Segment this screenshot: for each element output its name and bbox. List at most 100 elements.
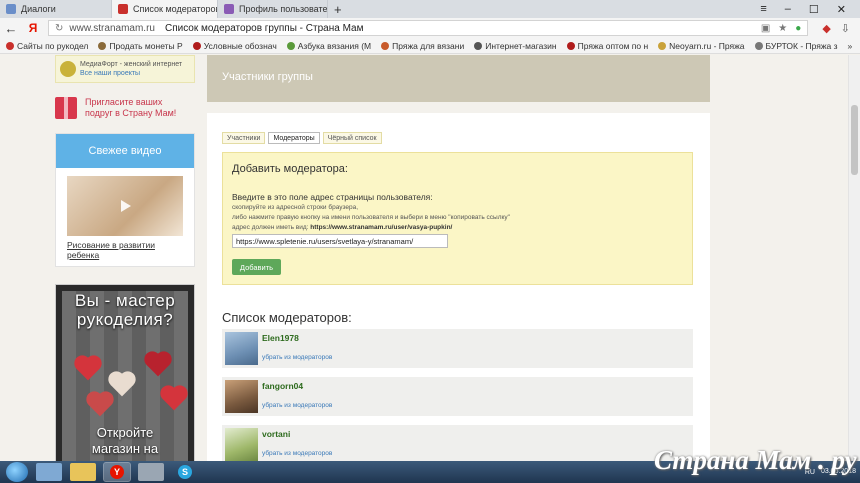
bookmark-item[interactable]: Продать монеты Р — [98, 41, 183, 51]
new-tab-button[interactable]: + — [328, 0, 348, 18]
page-title: Список модераторов группы - Страна Мам — [164, 22, 364, 34]
profile-favicon-icon — [224, 4, 234, 14]
url-field[interactable]: ↻ www.stranamam.ru Список модераторов гр… — [48, 20, 809, 36]
yandex-logo-icon[interactable]: Я — [22, 21, 44, 35]
computer-icon[interactable] — [36, 463, 62, 481]
tab-blacklist[interactable]: Чёрный список — [322, 132, 382, 144]
list-item: Elen1978 убрать из модераторов — [222, 329, 693, 368]
crafts-ad-banner[interactable]: Вы - мастер рукоделия? Откройте магазин … — [55, 284, 195, 461]
avatar[interactable] — [225, 428, 258, 461]
bookmark-label: БУРТОК - Пряжа з — [765, 40, 838, 51]
menu-icon[interactable]: ≡ — [760, 3, 766, 15]
play-icon — [121, 200, 131, 212]
tab-members[interactable]: Участники — [222, 132, 266, 144]
scrollbar-thumb[interactable] — [851, 105, 858, 175]
mediafort-banner[interactable]: МедиаФорт - женский интернет Все наши пр… — [55, 55, 195, 83]
folder-icon[interactable] — [70, 463, 96, 481]
banner-headline-line1: Вы - мастер — [74, 291, 176, 310]
avatar[interactable] — [225, 380, 258, 413]
back-icon[interactable]: ← — [0, 21, 22, 36]
tab-bar: Диалоги Список модераторов гр ✕ Профиль … — [0, 0, 860, 18]
bookmark-label: Условные обознач — [203, 40, 277, 51]
bookmark-favicon-icon — [754, 41, 763, 50]
moderators-list-title: Список модераторов: — [222, 310, 352, 325]
banner-cta-line2: магазин на — [91, 441, 159, 456]
bookmark-favicon-icon — [658, 41, 667, 50]
moderator-name[interactable]: vortani — [262, 429, 290, 439]
bookmark-label: Интернет-магазин — [485, 40, 557, 51]
add-moderator-instruction: Введите в это поле адрес страницы пользо… — [232, 192, 433, 202]
bookmark-item[interactable]: Пряжа для вязани — [381, 41, 464, 51]
mediafort-text: МедиаФорт - женский интернет — [80, 61, 183, 68]
group-members-title: Участники группы — [222, 71, 313, 83]
add-moderator-button[interactable]: Добавить — [232, 259, 281, 275]
page-scrollbar[interactable] — [848, 55, 860, 461]
extension-icon[interactable]: ◆ — [822, 22, 830, 35]
skype-icon[interactable]: S — [172, 463, 198, 481]
avatar[interactable] — [225, 332, 258, 365]
bookmark-label: Neoyarn.ru - Пряжа — [669, 40, 745, 51]
invite-text-line1: Пригласите ваших — [85, 97, 163, 107]
protect-icon[interactable]: ● — [795, 23, 801, 34]
add-moderator-hint: скопируйте из адресной строки браузера, … — [232, 203, 510, 233]
site-watermark: Страна Мам . ру — [654, 445, 857, 475]
reader-icon[interactable]: ▣ — [761, 23, 770, 34]
tab-title: Профиль пользователя Sve — [239, 4, 328, 14]
remove-moderator-link[interactable]: убрать из модераторов — [262, 354, 332, 361]
add-moderator-title: Добавить модератора: — [232, 163, 348, 175]
left-sidebar: МедиаФорт - женский интернет Все наши пр… — [55, 55, 195, 461]
moderator-name[interactable]: fangorn04 — [262, 381, 303, 391]
tab-moderators-subtab[interactable]: Модераторы — [268, 132, 320, 144]
hint-prefix: адрес должен иметь вид: — [232, 224, 309, 231]
downloads-icon[interactable]: ⇩ — [841, 22, 850, 35]
stranamam-favicon-icon — [118, 4, 128, 14]
fresh-video-widget: Свежее видео Рисование в развитии ребенк… — [55, 133, 195, 267]
bookmark-item[interactable]: Neoyarn.ru - Пряжа — [658, 40, 745, 51]
bookmark-item[interactable]: Условные обознач — [192, 40, 277, 51]
video-thumbnail[interactable] — [67, 176, 183, 236]
more-bookmarks-icon[interactable]: » — [848, 41, 853, 51]
group-members-header: Участники группы — [207, 55, 710, 102]
bookmark-star-icon[interactable]: ★ — [778, 23, 787, 34]
invite-text-line2: подруг в Страну Мам! — [85, 108, 177, 118]
refresh-icon[interactable]: ↻ — [55, 23, 63, 34]
moderator-url-input[interactable] — [232, 234, 448, 248]
app-icon[interactable] — [138, 463, 164, 481]
yandex-browser-icon[interactable]: Y — [103, 462, 131, 482]
video-link[interactable]: Рисование в развитии ребенка — [67, 240, 183, 260]
bookmark-item[interactable]: Азбука вязания (М — [286, 41, 371, 51]
close-window-icon[interactable]: ✕ — [837, 3, 846, 16]
banner-headline-line2: рукоделия? — [76, 310, 174, 329]
mediafort-logo-icon — [60, 61, 76, 77]
start-button-icon[interactable] — [6, 462, 28, 482]
bookmark-item[interactable]: Пряжа оптом по н — [566, 41, 648, 51]
maximize-icon[interactable]: ☐ — [809, 3, 819, 16]
bookmark-item[interactable]: Сайты по рукодел — [6, 41, 88, 51]
add-moderator-form: Добавить модератора: Введите в это поле … — [222, 152, 693, 285]
hint-line1: скопируйте из адресной строки браузера, — [232, 204, 359, 211]
tab-moderators[interactable]: Список модераторов гр ✕ — [112, 0, 218, 18]
remove-moderator-link[interactable]: убрать из модераторов — [262, 402, 332, 409]
url-host: www.stranamam.ru — [69, 22, 155, 34]
bookmark-favicon-icon — [192, 41, 201, 50]
hint-line2: либо нажмите правую кнопку на имени поль… — [232, 214, 510, 221]
mediafort-link[interactable]: Все наши проекты — [80, 69, 182, 78]
remove-moderator-link[interactable]: убрать из модераторов — [262, 450, 332, 457]
tab-dialogs[interactable]: Диалоги — [0, 0, 112, 18]
heart-icon — [146, 353, 170, 377]
bookmark-item[interactable]: БУРТОК - Пряжа з — [754, 40, 838, 51]
address-bar: ← Я ↻ www.stranamam.ru Список модераторо… — [0, 18, 860, 38]
bookmark-favicon-icon — [286, 41, 295, 50]
minimize-icon[interactable]: – — [785, 3, 791, 15]
invite-friends[interactable]: Пригласите ваших подруг в Страну Мам! — [55, 97, 195, 119]
window-controls: ≡ – ☐ ✕ — [760, 0, 860, 18]
bookmark-favicon-icon — [98, 41, 107, 50]
moderator-name[interactable]: Elen1978 — [262, 333, 299, 343]
members-subtabs: Участники Модераторы Чёрный список — [222, 132, 382, 144]
bookmark-label: Пряжа для вязани — [392, 40, 465, 51]
bookmark-item[interactable]: Интернет-магазин — [474, 40, 557, 51]
bookmark-label: Сайты по рукодел — [17, 40, 89, 51]
tab-profile[interactable]: Профиль пользователя Sve — [218, 0, 328, 18]
heart-icon — [110, 373, 134, 397]
heart-icon — [76, 357, 100, 381]
